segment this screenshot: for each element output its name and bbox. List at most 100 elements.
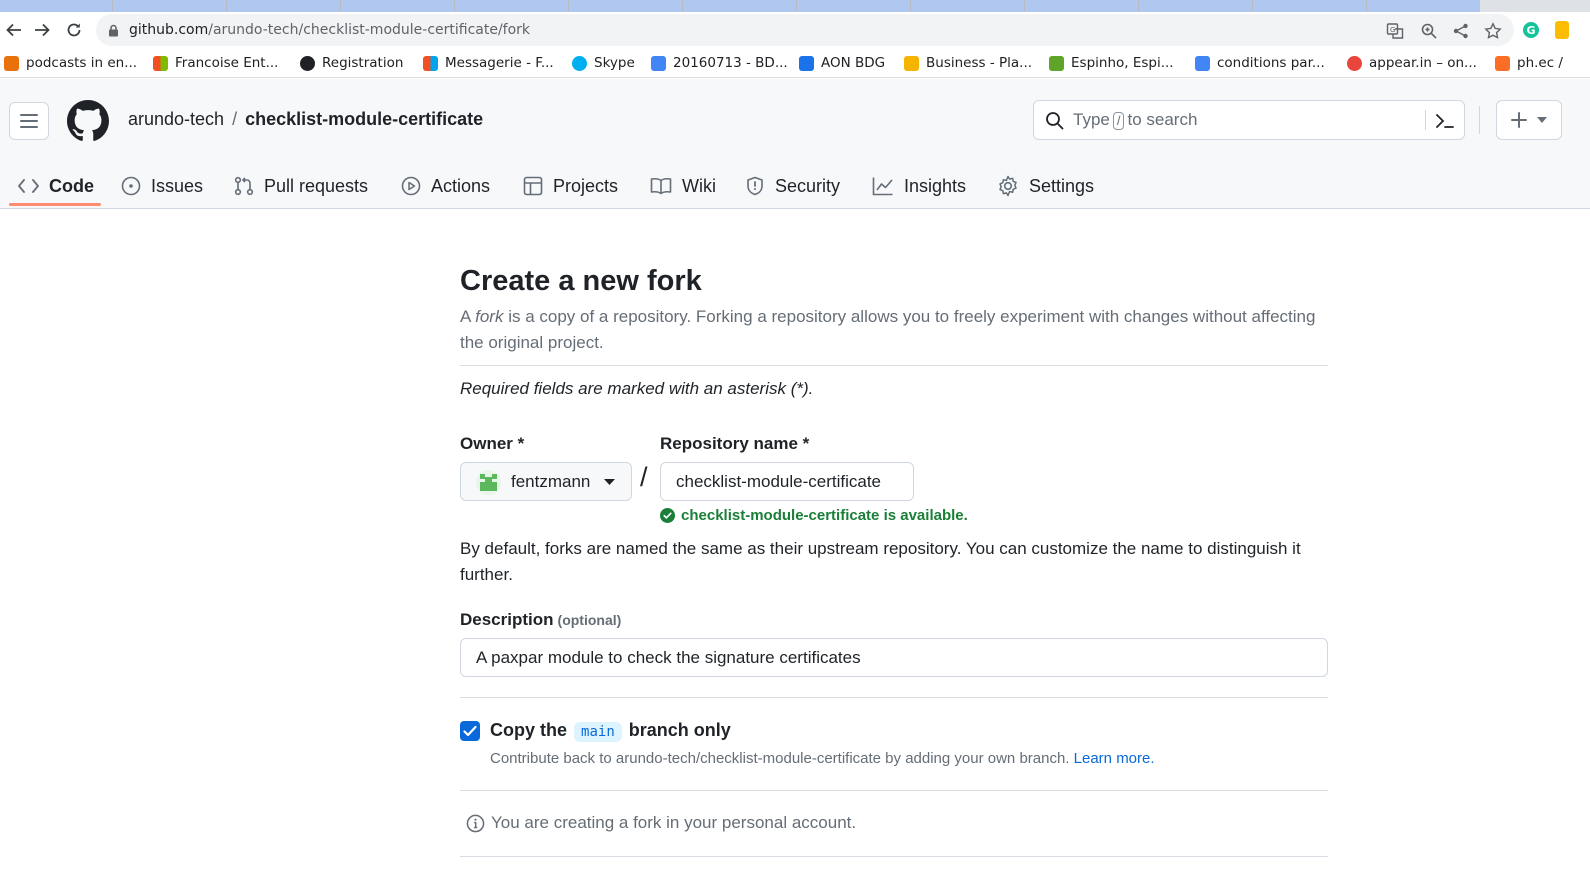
github-logo-icon[interactable]: [67, 100, 109, 142]
checkmark-icon: [463, 725, 477, 737]
learn-more-link[interactable]: Learn more.: [1074, 750, 1155, 767]
browser-tab-strip: [0, 0, 1590, 12]
favicon-icon: [904, 55, 919, 71]
availability-message: checklist-module-certificate is availabl…: [660, 507, 968, 524]
graph-icon: [872, 177, 893, 196]
gear-icon: [999, 175, 1017, 197]
branch-name-badge: main: [574, 722, 622, 742]
tab-projects[interactable]: Projects: [523, 163, 618, 209]
owner-value: fentzmann: [511, 472, 591, 491]
breadcrumb-repo-link[interactable]: checklist-module-certificate: [245, 109, 483, 129]
browser-toolbar: github.com/arundo-tech/checklist-module-…: [0, 12, 1590, 48]
tab-settings[interactable]: Settings: [997, 163, 1094, 209]
header-divider: [1479, 106, 1480, 134]
tab-divider: [796, 0, 797, 12]
tab-security[interactable]: Security: [745, 163, 840, 209]
bookmarks-bar: podcasts in en... Francoise Ent... Regis…: [0, 48, 1590, 78]
bookmark-star-icon[interactable]: [1484, 22, 1502, 40]
tab-insights[interactable]: Insights: [872, 163, 966, 209]
copy-main-branch-checkbox[interactable]: [460, 721, 480, 741]
bookmark-item[interactable]: Business - Pla...: [904, 52, 1032, 74]
search-icon: [1046, 112, 1064, 130]
code-icon: [18, 179, 39, 193]
tab-actions[interactable]: Actions: [401, 163, 490, 209]
tab-divider: [226, 0, 227, 12]
selected-tab-underline: [9, 203, 101, 206]
bookmark-item[interactable]: Espinho, Espi...: [1049, 52, 1174, 74]
divider: [460, 697, 1328, 698]
play-icon: [401, 176, 421, 196]
bookmark-item[interactable]: 20160713 - BD...: [651, 52, 788, 74]
zoom-icon[interactable]: [1420, 22, 1438, 40]
bookmark-item[interactable]: ph.ec /: [1495, 52, 1563, 74]
svg-text:G: G: [1527, 24, 1536, 37]
tab-divider: [568, 0, 569, 12]
bookmark-item[interactable]: podcasts in en...: [4, 52, 137, 74]
repository-name-input[interactable]: [660, 462, 914, 501]
tab-divider: [340, 0, 341, 12]
forward-button[interactable]: [28, 16, 56, 44]
divider: [460, 856, 1328, 857]
issue-opened-icon: [121, 176, 141, 196]
tab-wiki[interactable]: Wiki: [650, 163, 716, 209]
info-icon: [466, 814, 485, 832]
copy-main-branch-label[interactable]: Copy the main branch only: [490, 720, 731, 742]
tab-pull-requests[interactable]: Pull requests: [234, 163, 368, 209]
command-palette-icon[interactable]: [1435, 112, 1455, 130]
owner-select[interactable]: fentzmann: [460, 462, 632, 501]
breadcrumb-separator: /: [232, 109, 238, 129]
tab-divider: [682, 0, 683, 12]
tab-issues[interactable]: Issues: [121, 163, 203, 209]
book-icon: [650, 178, 672, 195]
favicon-icon: [1195, 55, 1210, 71]
extension-icon[interactable]: [1555, 21, 1569, 39]
avatar: [476, 470, 501, 495]
active-tab[interactable]: [0, 0, 1480, 12]
tab-divider: [454, 0, 455, 12]
favicon-icon: [423, 55, 438, 71]
bookmark-item[interactable]: AON BDG: [799, 52, 885, 74]
divider: [460, 790, 1328, 791]
favicon-icon: [572, 55, 587, 71]
search-divider: [1425, 110, 1426, 130]
tab-divider: [1252, 0, 1253, 12]
translate-icon[interactable]: G: [1386, 22, 1404, 40]
breadcrumb-owner-link[interactable]: arundo-tech: [128, 109, 224, 129]
page-description: A fork is a copy of a repository. Forkin…: [460, 307, 1316, 352]
favicon-icon: [1347, 55, 1362, 71]
tab-divider: [1024, 0, 1025, 12]
grammarly-extension-icon[interactable]: G: [1522, 21, 1540, 39]
bookmark-item[interactable]: Registration: [300, 52, 403, 74]
bookmark-item[interactable]: Messagerie - F...: [423, 52, 554, 74]
gitlab-favicon-icon: [1495, 55, 1510, 71]
back-button[interactable]: [0, 16, 28, 44]
bookmark-item[interactable]: Skype: [572, 52, 635, 74]
bookmark-item[interactable]: appear.in – on...: [1347, 52, 1477, 74]
favicon-icon: [153, 55, 168, 71]
description-label: Description (optional): [460, 610, 622, 629]
reload-button[interactable]: [60, 16, 88, 44]
bookmark-item[interactable]: conditions par...: [1195, 52, 1325, 74]
bookmark-item[interactable]: Francoise Ent...: [153, 52, 278, 74]
favicon-icon: [1049, 55, 1064, 71]
tab-divider: [112, 0, 113, 12]
arrow-right-icon: [35, 23, 50, 37]
tab-divider: [910, 0, 911, 12]
reload-icon: [67, 23, 81, 37]
owner-label: Owner *: [460, 434, 525, 453]
hamburger-icon: [20, 114, 38, 128]
divider: [460, 365, 1328, 366]
search-input[interactable]: Type / to search: [1033, 100, 1465, 140]
favicon-icon: [4, 55, 19, 71]
owner-repo-separator: /: [640, 462, 648, 492]
menu-button[interactable]: [9, 102, 49, 140]
description-input[interactable]: [460, 638, 1328, 677]
share-icon[interactable]: [1452, 22, 1470, 40]
shield-icon: [747, 176, 763, 196]
repo-nav: Code Issues Pull requests Actions Projec…: [0, 163, 1590, 209]
plus-icon: [1511, 112, 1527, 128]
create-new-button[interactable]: [1496, 100, 1562, 140]
arrow-left-icon: [6, 23, 21, 37]
table-icon: [523, 176, 543, 196]
address-bar[interactable]: github.com/arundo-tech/checklist-module-…: [96, 14, 1514, 46]
